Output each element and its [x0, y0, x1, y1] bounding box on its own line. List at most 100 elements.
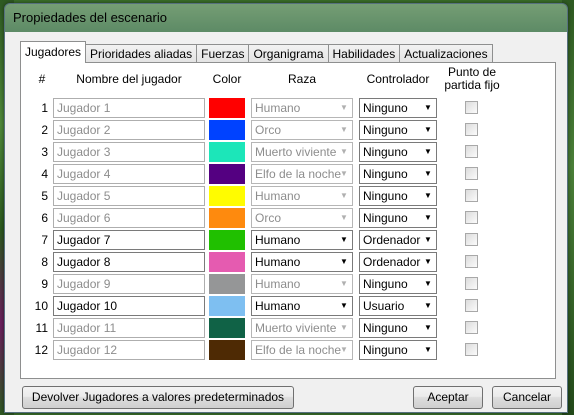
- tab-techtree[interactable]: Organigrama: [248, 44, 329, 63]
- race-select-value: Muerto viviente: [255, 145, 337, 159]
- dialog-client-area: Jugadores Prioridades aliadas Fuerzas Or…: [12, 32, 562, 409]
- chevron-down-icon[interactable]: ▼: [420, 99, 436, 117]
- chevron-down-icon: ▼: [340, 323, 348, 332]
- controller-select[interactable]: Ninguno ▼: [359, 208, 437, 228]
- controller-select[interactable]: Ninguno ▼: [359, 120, 437, 140]
- chevron-down-icon[interactable]: ▼: [420, 341, 436, 359]
- controller-select-value: Ordenador: [363, 255, 421, 269]
- controller-select-value: Ninguno: [363, 321, 408, 335]
- player-row: 2 Jugador 2 Orco ▼ Ninguno ▼: [21, 119, 555, 141]
- player-name-field: Jugador 6: [53, 208, 205, 228]
- chevron-down-icon: ▼: [340, 213, 348, 222]
- controller-select[interactable]: Ninguno ▼: [359, 318, 437, 338]
- controller-select[interactable]: Ninguno ▼: [359, 142, 437, 162]
- tab-alliance-priorities[interactable]: Prioridades aliadas: [85, 44, 198, 63]
- chevron-down-icon[interactable]: ▼: [420, 275, 436, 293]
- chevron-down-icon[interactable]: ▼: [420, 121, 436, 139]
- player-color-swatch[interactable]: [209, 186, 245, 206]
- controller-select[interactable]: Usuario ▼: [359, 296, 437, 316]
- tab-forces[interactable]: Fuerzas: [196, 44, 250, 63]
- fixed-start-checkbox[interactable]: [465, 211, 478, 224]
- chevron-down-icon[interactable]: ▼: [420, 209, 436, 227]
- cancel-button[interactable]: Cancelar: [492, 386, 562, 409]
- player-number: 6: [41, 211, 48, 225]
- controller-select-value: Ninguno: [363, 277, 408, 291]
- player-row: 3 Jugador 3 Muerto viviente ▼ Ninguno ▼: [21, 141, 555, 163]
- race-select[interactable]: Humano ▼: [251, 296, 353, 316]
- controller-select[interactable]: Ninguno ▼: [359, 164, 437, 184]
- fixed-start-checkbox[interactable]: [465, 189, 478, 202]
- player-row: 5 Jugador 5 Humano ▼ Ninguno ▼: [21, 185, 555, 207]
- player-color-swatch[interactable]: [209, 296, 245, 316]
- fixed-start-checkbox[interactable]: [465, 343, 478, 356]
- player-color-swatch[interactable]: [209, 252, 245, 272]
- player-name-field[interactable]: Jugador 7: [53, 230, 205, 250]
- fixed-start-checkbox[interactable]: [465, 167, 478, 180]
- player-name-field[interactable]: Jugador 8: [53, 252, 205, 272]
- race-select[interactable]: Humano ▼: [251, 230, 353, 250]
- chevron-down-icon[interactable]: ▼: [420, 187, 436, 205]
- fixed-start-checkbox[interactable]: [465, 145, 478, 158]
- fixed-start-checkbox[interactable]: [465, 123, 478, 136]
- player-number: 4: [41, 167, 48, 181]
- controller-select[interactable]: Ninguno ▼: [359, 98, 437, 118]
- player-row: 4 Jugador 4 Elfo de la noche ▼ Ninguno ▼: [21, 163, 555, 185]
- player-number: 7: [41, 233, 48, 247]
- chevron-down-icon[interactable]: ▼: [336, 253, 352, 271]
- chevron-down-icon[interactable]: ▼: [336, 231, 352, 249]
- chevron-down-icon: ▼: [340, 125, 348, 134]
- column-header-controller: Controlador: [366, 72, 430, 86]
- player-number: 3: [41, 145, 48, 159]
- race-select: Humano ▼: [251, 274, 353, 294]
- player-number: 10: [34, 299, 48, 313]
- reset-players-button[interactable]: Devolver Jugadores a valores predetermin…: [22, 386, 294, 409]
- controller-select[interactable]: Ordenador ▼: [359, 252, 437, 272]
- player-color-swatch[interactable]: [209, 230, 245, 250]
- player-row: 12 Jugador 12 Elfo de la noche ▼ Ninguno ▼: [21, 339, 555, 361]
- chevron-down-icon[interactable]: ▼: [420, 165, 436, 183]
- controller-select[interactable]: Ninguno ▼: [359, 186, 437, 206]
- fixed-start-checkbox[interactable]: [465, 299, 478, 312]
- tab-upgrades[interactable]: Actualizaciones: [399, 44, 493, 63]
- player-number: 8: [41, 255, 48, 269]
- chevron-down-icon: ▼: [340, 169, 348, 178]
- fixed-start-checkbox[interactable]: [465, 233, 478, 246]
- player-name-field[interactable]: Jugador 10: [53, 296, 205, 316]
- player-row: 11 Jugador 11 Muerto viviente ▼ Ninguno ▼: [21, 317, 555, 339]
- controller-select[interactable]: Ninguno ▼: [359, 340, 437, 360]
- race-select-value: Humano: [255, 277, 301, 291]
- player-number: 9: [41, 277, 48, 291]
- player-color-swatch[interactable]: [209, 274, 245, 294]
- player-color-swatch[interactable]: [209, 318, 245, 338]
- chevron-down-icon[interactable]: ▼: [420, 297, 436, 315]
- player-color-swatch[interactable]: [209, 98, 245, 118]
- chevron-down-icon[interactable]: ▼: [420, 231, 436, 249]
- fixed-start-checkbox[interactable]: [465, 277, 478, 290]
- tab-strip: Jugadores Prioridades aliadas Fuerzas Or…: [20, 41, 493, 63]
- player-color-swatch[interactable]: [209, 142, 245, 162]
- race-select-value: Orco: [255, 211, 282, 225]
- chevron-down-icon[interactable]: ▼: [420, 143, 436, 161]
- race-select-value: Humano: [255, 299, 301, 313]
- player-row: 7 Jugador 7 Humano ▼ Ordenador ▼: [21, 229, 555, 251]
- chevron-down-icon[interactable]: ▼: [420, 319, 436, 337]
- chevron-down-icon[interactable]: ▼: [336, 297, 352, 315]
- tab-players[interactable]: Jugadores: [20, 41, 87, 63]
- player-color-swatch[interactable]: [209, 120, 245, 140]
- controller-select-value: Ordenador: [363, 233, 421, 247]
- ok-button[interactable]: Aceptar: [413, 386, 483, 409]
- race-select[interactable]: Humano ▼: [251, 252, 353, 272]
- player-row: 9 Jugador 9 Humano ▼ Ninguno ▼: [21, 273, 555, 295]
- player-number: 1: [41, 101, 48, 115]
- chevron-down-icon[interactable]: ▼: [420, 253, 436, 271]
- controller-select[interactable]: Ninguno ▼: [359, 274, 437, 294]
- fixed-start-checkbox[interactable]: [465, 321, 478, 334]
- fixed-start-checkbox[interactable]: [465, 255, 478, 268]
- tab-abilities[interactable]: Habilidades: [327, 44, 401, 63]
- fixed-start-checkbox[interactable]: [465, 101, 478, 114]
- player-color-swatch[interactable]: [209, 208, 245, 228]
- controller-select[interactable]: Ordenador ▼: [359, 230, 437, 250]
- column-header-fixed-start-line2: partida fijo: [444, 78, 500, 92]
- player-color-swatch[interactable]: [209, 340, 245, 360]
- player-color-swatch[interactable]: [209, 164, 245, 184]
